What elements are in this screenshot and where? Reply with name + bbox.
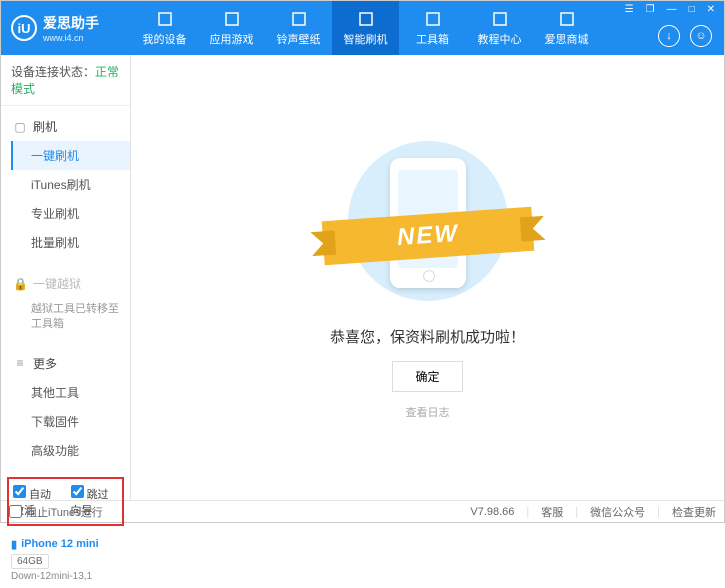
nav-item-4[interactable]: 工具箱 [399, 1, 466, 55]
wechat-link[interactable]: 微信公众号 [590, 504, 645, 520]
connection-status: 设备连接状态：正常模式 [1, 55, 130, 106]
sidebar-item-flash-0[interactable]: 一键刷机 [11, 141, 130, 170]
sidebar-item-more-2[interactable]: 高级功能 [1, 436, 130, 465]
sidebar-item-more-1[interactable]: 下载固件 [1, 407, 130, 436]
nav-item-2[interactable]: 铃声壁纸 [265, 1, 332, 55]
status-label: 设备连接状态： [11, 65, 95, 79]
device-storage: 64GB [11, 554, 49, 569]
nav-item-6[interactable]: 爱思商城 [533, 1, 600, 55]
download-icon[interactable]: ↓ [658, 25, 680, 47]
nav-icon [223, 10, 241, 28]
app-name: 爱思助手 [43, 13, 99, 33]
window-controls: ☰ ❐ — □ ✕ [622, 3, 718, 16]
device-info: ▮ iPhone 12 mini 64GB Down-12mini-13,1 [1, 532, 130, 588]
version-label: V7.98.66 [470, 506, 514, 518]
check-update-link[interactable]: 检查更新 [672, 504, 716, 520]
more-icon: ≡ [13, 356, 27, 370]
jailbreak-note: 越狱工具已转移至工具箱 [1, 298, 130, 337]
nav-icon [156, 10, 174, 28]
device-icon: ▮ [11, 538, 17, 551]
nav-icon [290, 10, 308, 28]
sidebar-item-flash-1[interactable]: iTunes刷机 [1, 170, 130, 199]
skin-icon[interactable]: ❐ [643, 3, 658, 16]
nav-label: 教程中心 [478, 31, 522, 47]
section-title: 更多 [33, 355, 57, 372]
sidebar-item-flash-3[interactable]: 批量刷机 [1, 228, 130, 257]
device-name[interactable]: ▮ iPhone 12 mini [11, 538, 120, 551]
nav-item-5[interactable]: 教程中心 [466, 1, 533, 55]
device-firmware: Down-12mini-13,1 [11, 571, 120, 582]
close-icon[interactable]: ✕ [704, 3, 718, 16]
nav-item-1[interactable]: 应用游戏 [198, 1, 265, 55]
top-toolbar: iU 爱思助手 www.i4.cn 我的设备 应用游戏 铃声壁纸 智能刷机 工具箱 教程中… [1, 1, 724, 55]
success-illustration: NEW [328, 136, 528, 306]
block-itunes-checkbox[interactable]: 阻止iTunes运行 [9, 504, 103, 520]
main-content: NEW 恭喜您，保资料刷机成功啦！ 确定 查看日志 [131, 55, 724, 500]
nav-icon [558, 10, 576, 28]
nav-label: 我的设备 [143, 31, 187, 47]
section-title: 一键越狱 [33, 275, 81, 292]
menu-icon[interactable]: ☰ [622, 3, 637, 16]
nav-item-3[interactable]: 智能刷机 [332, 1, 399, 55]
maximize-icon[interactable]: □ [686, 3, 698, 16]
logo-icon: iU [11, 15, 37, 41]
sidebar-section-flash[interactable]: ▢ 刷机 [1, 112, 130, 141]
phone-icon: ▢ [13, 120, 27, 134]
view-log-link[interactable]: 查看日志 [406, 404, 450, 420]
app-url: www.i4.cn [43, 33, 99, 43]
minimize-icon[interactable]: — [664, 3, 680, 16]
nav-icon [357, 10, 375, 28]
nav-label: 工具箱 [416, 31, 449, 47]
sidebar-section-more[interactable]: ≡ 更多 [1, 349, 130, 378]
app-logo: iU 爱思助手 www.i4.cn [1, 13, 131, 43]
ok-button[interactable]: 确定 [392, 361, 462, 392]
success-message: 恭喜您，保资料刷机成功啦！ [330, 326, 525, 347]
nav-label: 智能刷机 [344, 31, 388, 47]
sidebar-item-flash-2[interactable]: 专业刷机 [1, 199, 130, 228]
main-nav: 我的设备 应用游戏 铃声壁纸 智能刷机 工具箱 教程中心 爱思商城 [131, 1, 600, 55]
nav-label: 铃声壁纸 [277, 31, 321, 47]
lock-icon: 🔒 [13, 277, 27, 291]
nav-item-0[interactable]: 我的设备 [131, 1, 198, 55]
support-link[interactable]: 客服 [541, 504, 563, 520]
sidebar: 设备连接状态：正常模式 ▢ 刷机 一键刷机iTunes刷机专业刷机批量刷机 🔒 … [1, 55, 131, 500]
nav-label: 爱思商城 [545, 31, 589, 47]
section-title: 刷机 [33, 118, 57, 135]
sidebar-item-more-0[interactable]: 其他工具 [1, 378, 130, 407]
nav-icon [424, 10, 442, 28]
nav-label: 应用游戏 [210, 31, 254, 47]
sidebar-section-jailbreak[interactable]: 🔒 一键越狱 [1, 269, 130, 298]
nav-icon [491, 10, 509, 28]
user-icon[interactable]: ☺ [690, 25, 712, 47]
